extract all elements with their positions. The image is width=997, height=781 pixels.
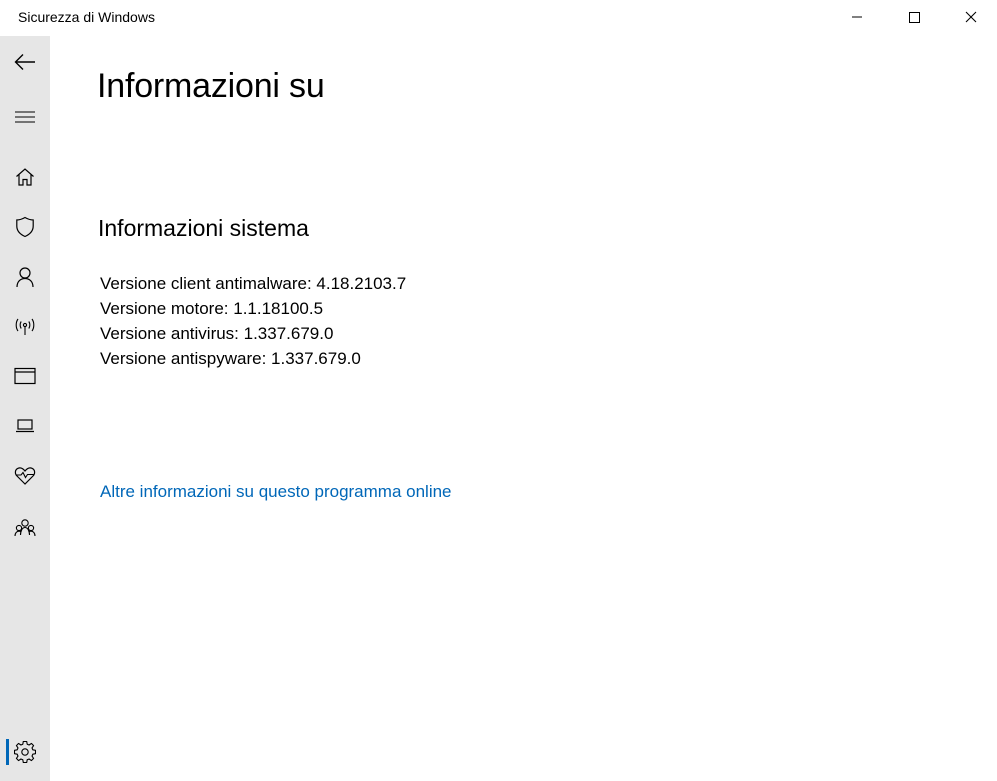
- engine-version: Versione motore: 1.1.18100.5: [100, 299, 324, 318]
- antivirus-version: Versione antivirus: 1.337.679.0: [100, 324, 334, 343]
- main-content: Informazioni su Informazioni sistema Ver…: [50, 36, 997, 781]
- nav-home[interactable]: [0, 153, 50, 201]
- version-info-list: Versione client antimalware: 4.18.2103.7…: [100, 271, 406, 371]
- app-window: Sicurezza di Windows Informazioni su Inf…: [0, 0, 997, 781]
- section-title-system-info: Informazioni sistema: [98, 215, 309, 241]
- family-icon: [14, 519, 36, 537]
- shield-icon: [16, 216, 34, 238]
- home-icon: [16, 168, 34, 186]
- laptop-icon: [16, 419, 34, 433]
- nav-app-browser-control[interactable]: [0, 352, 50, 400]
- page-title: Informazioni su: [97, 67, 325, 105]
- maximize-button[interactable]: [885, 0, 942, 34]
- wireless-antenna-icon: [15, 318, 35, 335]
- hamburger-menu-icon: [15, 111, 35, 123]
- back-button[interactable]: [0, 38, 50, 86]
- heart-pulse-icon: [14, 467, 36, 485]
- window-title: Sicurezza di Windows: [18, 9, 155, 25]
- nav-settings[interactable]: [0, 728, 50, 776]
- menu-button[interactable]: [0, 93, 50, 141]
- person-icon: [16, 267, 34, 288]
- nav-firewall-network[interactable]: [0, 303, 50, 351]
- antispyware-version: Versione antispyware: 1.337.679.0: [100, 349, 361, 368]
- maximize-icon: [908, 12, 920, 23]
- nav-device-security[interactable]: [0, 402, 50, 450]
- more-info-online-link[interactable]: Altre informazioni su questo programma o…: [100, 482, 452, 502]
- minimize-icon: [851, 16, 862, 18]
- browser-window-icon: [14, 367, 36, 385]
- navigation-sidebar: [0, 36, 50, 781]
- nav-account-protection[interactable]: [0, 253, 50, 301]
- close-button[interactable]: [942, 0, 997, 34]
- nav-device-performance[interactable]: [0, 452, 50, 500]
- antimalware-client-version: Versione client antimalware: 4.18.2103.7: [100, 274, 407, 293]
- active-indicator: [6, 739, 9, 765]
- title-bar[interactable]: Sicurezza di Windows: [0, 0, 997, 36]
- gear-icon: [14, 741, 36, 763]
- back-arrow-icon: [14, 54, 35, 70]
- close-icon: [965, 11, 976, 23]
- minimize-button[interactable]: [828, 0, 885, 34]
- nav-virus-protection[interactable]: [0, 203, 50, 251]
- nav-family-options[interactable]: [0, 504, 50, 552]
